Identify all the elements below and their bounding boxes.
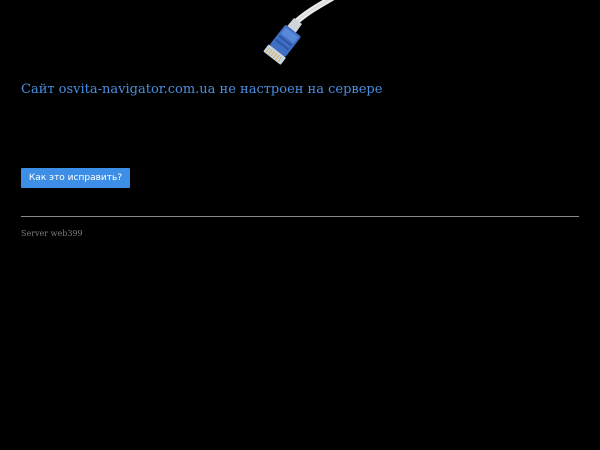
divider xyxy=(21,216,579,217)
error-page: Сайт osvita-navigator.com.ua не настроен… xyxy=(0,0,600,450)
how-to-fix-button[interactable]: Как это исправить? xyxy=(21,168,130,188)
error-title: Сайт osvita-navigator.com.ua не настроен… xyxy=(21,82,383,97)
server-label: Server web399 xyxy=(21,229,83,238)
network-cable-icon xyxy=(263,0,335,65)
